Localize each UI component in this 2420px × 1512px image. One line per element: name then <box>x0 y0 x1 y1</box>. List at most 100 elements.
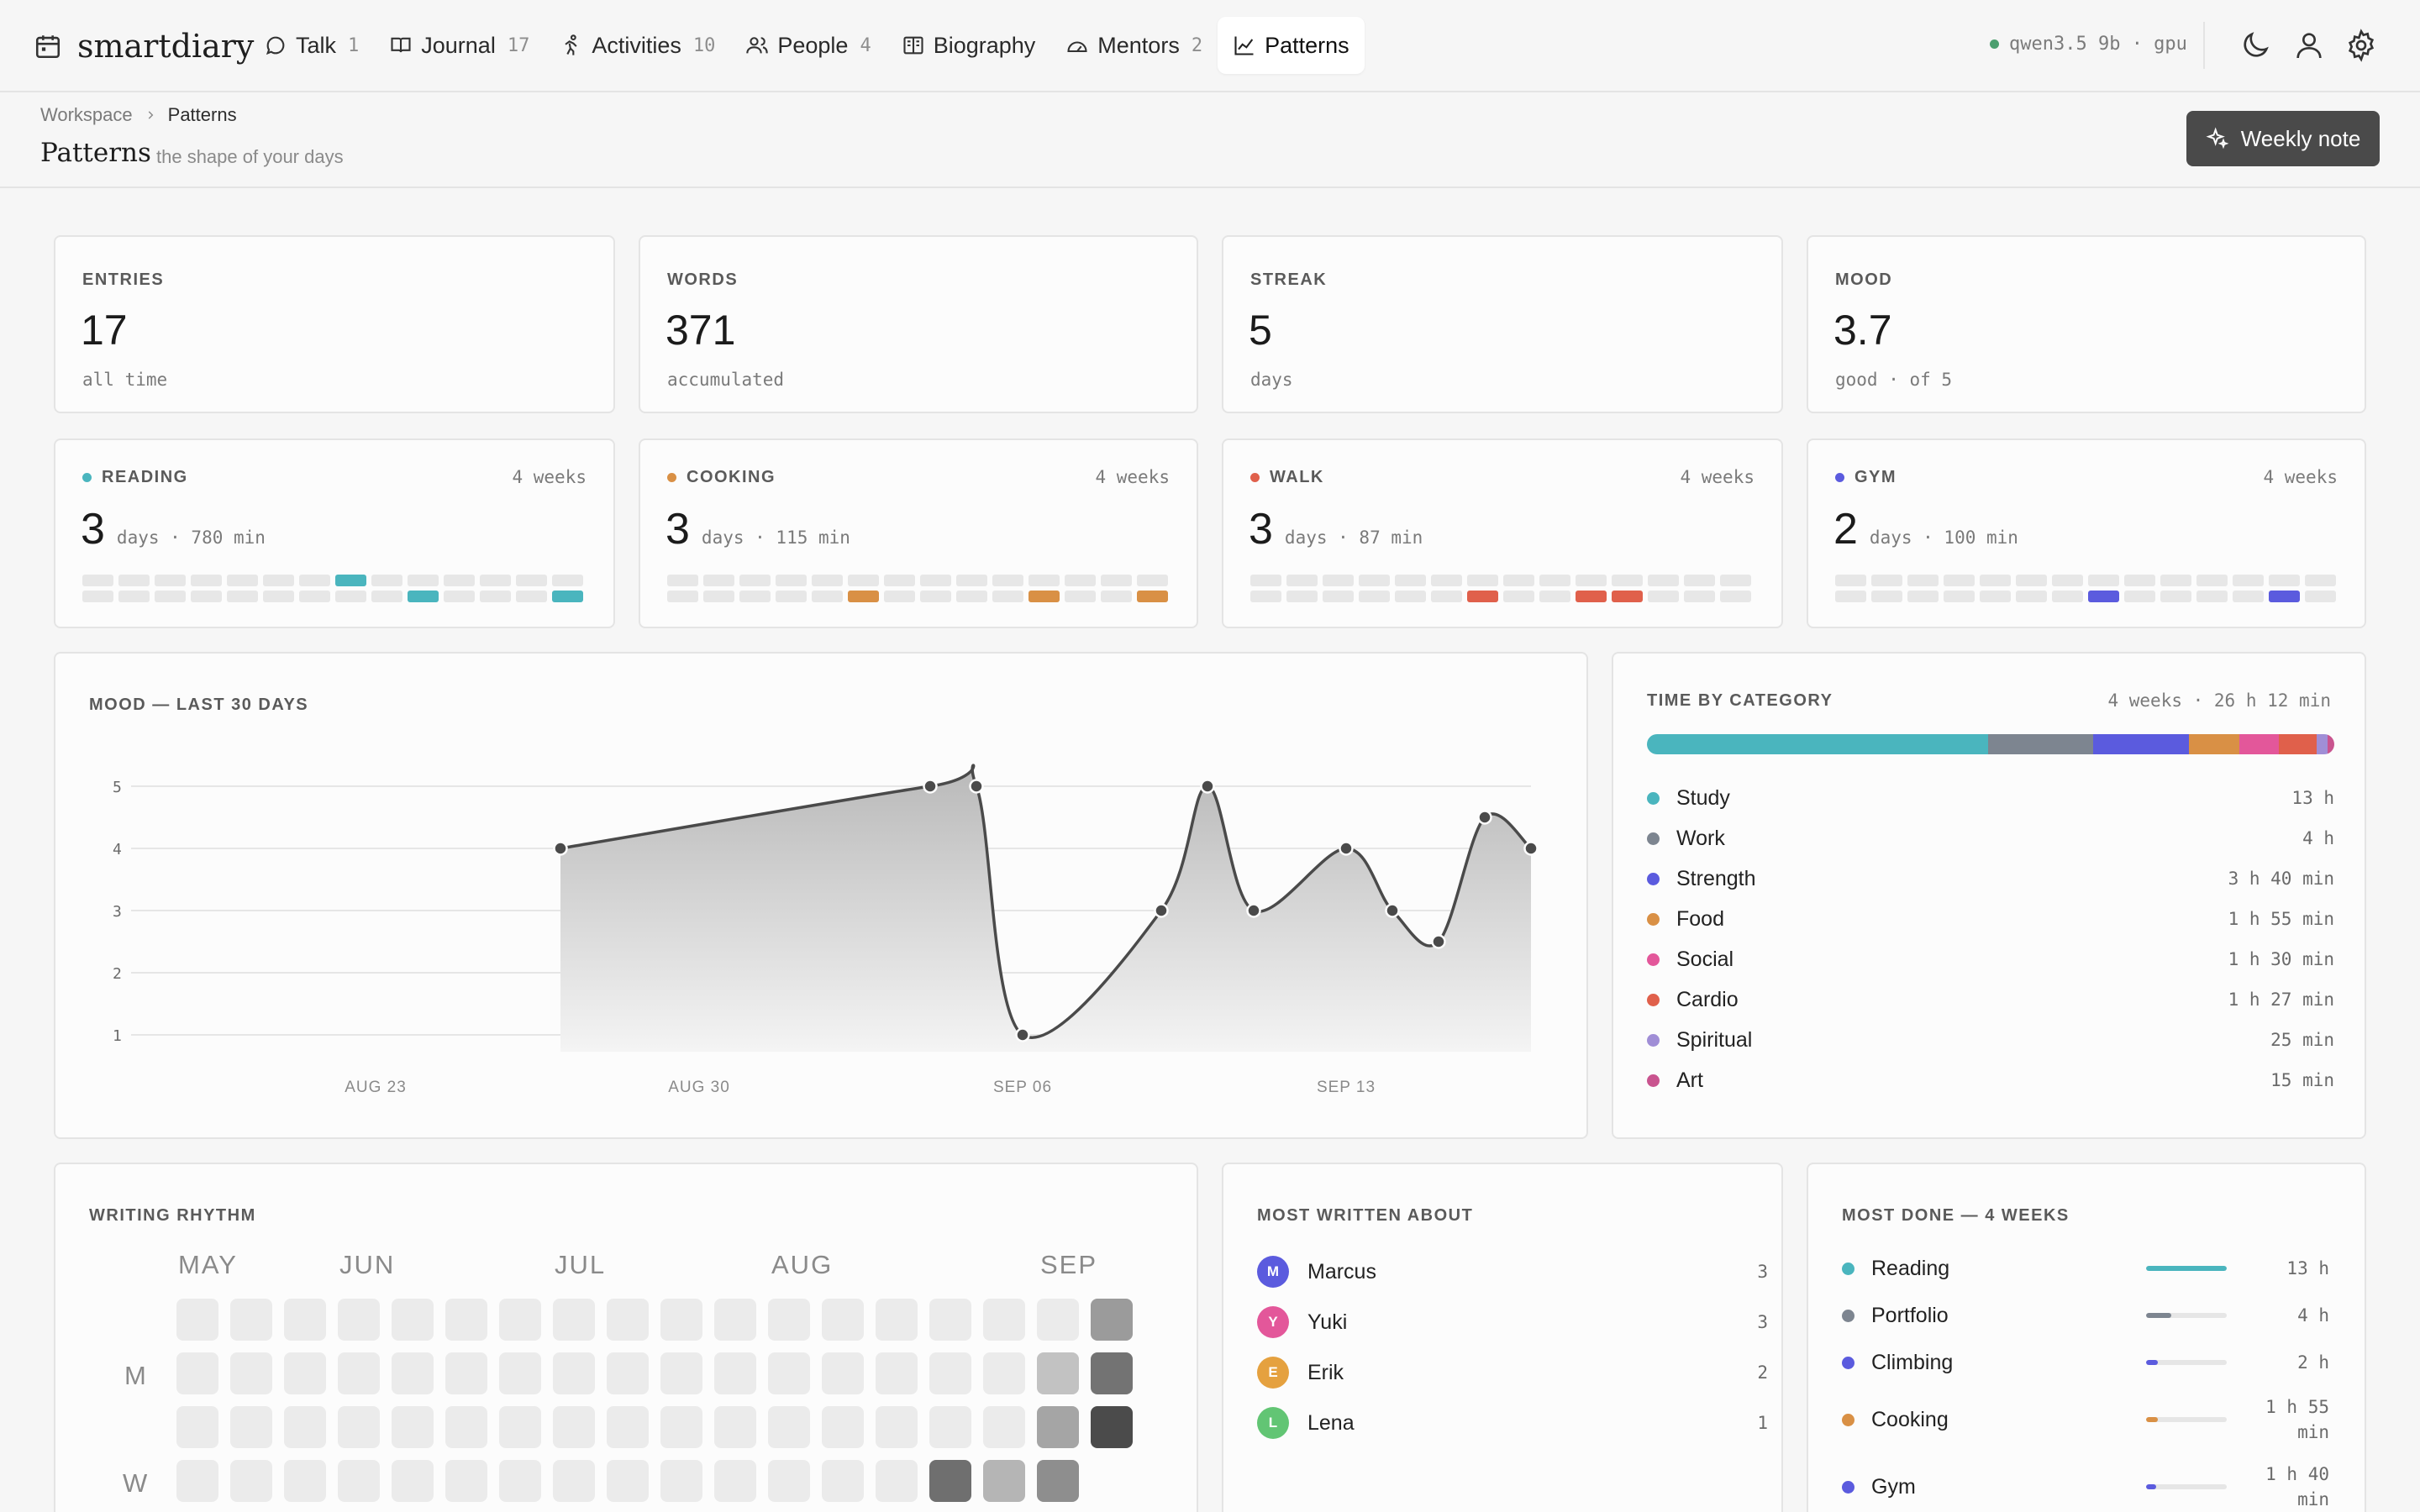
page-title: Patterns <box>40 138 151 168</box>
rhythm-cell <box>338 1352 380 1394</box>
person-row[interactable]: M Marcus 3 <box>1257 1247 1768 1297</box>
nav-talk[interactable]: Talk 1 <box>249 17 374 74</box>
rhythm-cell <box>822 1299 864 1341</box>
category-row[interactable]: Study 13 h <box>1647 778 2334 818</box>
day-cell <box>1944 575 1975 586</box>
day-cell <box>1101 591 1132 602</box>
category-row[interactable]: Strength 3 h 40 min <box>1647 858 2334 899</box>
activity-card-cooking[interactable]: COOKING 4 weeks 3 days · 115 min <box>639 438 1198 628</box>
person-row[interactable]: Y Yuki 3 <box>1257 1297 1768 1347</box>
user-icon[interactable] <box>2292 29 2326 62</box>
model-status[interactable]: qwen3.5 9b · gpu <box>1990 34 2187 55</box>
most-done-row[interactable]: Portfolio 4 h <box>1842 1292 2329 1339</box>
person-count: 1 <box>1757 1413 1768 1433</box>
breadcrumb-root[interactable]: Workspace <box>40 104 133 126</box>
most-done-row[interactable]: Gym 1 h 40 min <box>1842 1453 2329 1512</box>
category-row[interactable]: Social 1 h 30 min <box>1647 939 2334 979</box>
day-cell <box>884 591 915 602</box>
category-row[interactable]: Food 1 h 55 min <box>1647 899 2334 939</box>
rhythm-cell <box>876 1406 918 1448</box>
people-list: M Marcus 3 Y Yuki 3 E Erik 2 L Lena 1 <box>1257 1247 1768 1448</box>
activity-time: 4 h <box>2297 1305 2329 1326</box>
most-done-list: Reading 13 h Portfolio 4 h Climbing 2 h Coo… <box>1842 1245 2329 1512</box>
day-cell <box>1980 591 2011 602</box>
nav-journal[interactable]: Journal 17 <box>374 17 544 74</box>
moon-icon[interactable] <box>2238 29 2272 62</box>
nav-patterns[interactable]: Patterns <box>1218 17 1365 74</box>
nav-label: Patterns <box>1265 32 1349 58</box>
category-row[interactable]: Spiritual 25 min <box>1647 1020 2334 1060</box>
day-label: M <box>124 1361 146 1390</box>
day-cell <box>552 591 583 602</box>
activity-card-walk[interactable]: WALK 4 weeks 3 days · 87 min <box>1222 438 1783 628</box>
mood-chart-card: MOOD — LAST 30 DAYS 1 2 3 4 5 AUG 23 AUG 30 SEP… <box>54 652 1588 1139</box>
day-cell <box>1137 575 1168 586</box>
day-cell <box>516 591 547 602</box>
activity-name: Climbing <box>1871 1350 1954 1374</box>
day-cell <box>480 591 511 602</box>
day-cell <box>1467 575 1498 586</box>
day-cell <box>1871 575 1902 586</box>
sparkle-icon <box>2206 127 2229 150</box>
category-name: Work <box>1676 826 1725 850</box>
progress-fill <box>2146 1360 2159 1365</box>
day-cell <box>1684 575 1715 586</box>
most-done-row[interactable]: Reading 13 h <box>1842 1245 2329 1292</box>
day-cell <box>2269 591 2300 602</box>
activity-time: 13 h <box>2286 1258 2329 1278</box>
chevron-right-icon <box>148 111 154 119</box>
category-time: 1 h 30 min <box>2228 949 2334 969</box>
gauge-icon <box>1067 41 1087 53</box>
progress-track <box>2146 1313 2227 1318</box>
person-name: Lena <box>1307 1410 1355 1435</box>
rhythm-cell <box>822 1460 864 1502</box>
rhythm-cell <box>230 1406 272 1448</box>
stat-card-words: WORDS 371 accumulated <box>639 235 1198 413</box>
rhythm-cell <box>338 1460 380 1502</box>
activity-card-reading[interactable]: READING 4 weeks 3 days · 780 min <box>54 438 615 628</box>
rhythm-cell <box>929 1460 971 1502</box>
day-cell <box>1359 575 1390 586</box>
category-segment <box>2189 734 2240 754</box>
category-time: 25 min <box>2270 1030 2334 1050</box>
activity-label: READING <box>102 467 188 486</box>
weekly-note-button[interactable]: Weekly note <box>2186 111 2380 166</box>
day-cell <box>1684 591 1715 602</box>
category-row[interactable]: Art 15 min <box>1647 1060 2334 1100</box>
rhythm-cell <box>876 1460 918 1502</box>
rhythm-cell <box>876 1299 918 1341</box>
rhythm-cell <box>768 1406 810 1448</box>
rhythm-cell <box>607 1406 649 1448</box>
person-row[interactable]: E Erik 2 <box>1257 1347 1768 1398</box>
category-segment <box>2328 734 2334 754</box>
most-done-row[interactable]: Cooking 1 h 55 min <box>1842 1386 2329 1453</box>
nav-biography[interactable]: Biography <box>886 17 1051 74</box>
category-dot <box>1647 1074 1660 1087</box>
day-cell <box>776 575 807 586</box>
nav-people[interactable]: People 4 <box>730 17 886 74</box>
person-row[interactable]: L Lena 1 <box>1257 1398 1768 1448</box>
nav-mentors[interactable]: Mentors 2 <box>1050 17 1218 74</box>
day-cell <box>2016 591 2047 602</box>
brand[interactable]: smartdiary <box>34 25 254 67</box>
rhythm-title: WRITING RHYTHM <box>89 1206 256 1225</box>
activity-dot <box>1842 1356 1854 1369</box>
rhythm-cell <box>983 1299 1025 1341</box>
nav-activities[interactable]: Activities 10 <box>544 17 730 74</box>
activity-card-gym[interactable]: GYM 4 weeks 2 days · 100 min <box>1807 438 2366 628</box>
stat-label: WORDS <box>667 270 739 289</box>
app-name: smartdiary <box>77 28 255 65</box>
category-row[interactable]: Work 4 h <box>1647 818 2334 858</box>
category-row[interactable]: Cardio 1 h 27 min <box>1647 979 2334 1020</box>
running-icon <box>565 34 577 55</box>
day-cell <box>1250 575 1281 586</box>
day-cell <box>1720 575 1751 586</box>
activity-detail: days · 780 min <box>116 528 266 548</box>
avatar: L <box>1257 1407 1289 1439</box>
rhythm-cell <box>338 1299 380 1341</box>
day-cell <box>408 575 439 586</box>
most-done-row[interactable]: Climbing 2 h <box>1842 1339 2329 1386</box>
rhythm-cell <box>176 1406 218 1448</box>
activity-day-grid <box>1250 575 1751 602</box>
gear-icon[interactable] <box>2344 29 2378 62</box>
